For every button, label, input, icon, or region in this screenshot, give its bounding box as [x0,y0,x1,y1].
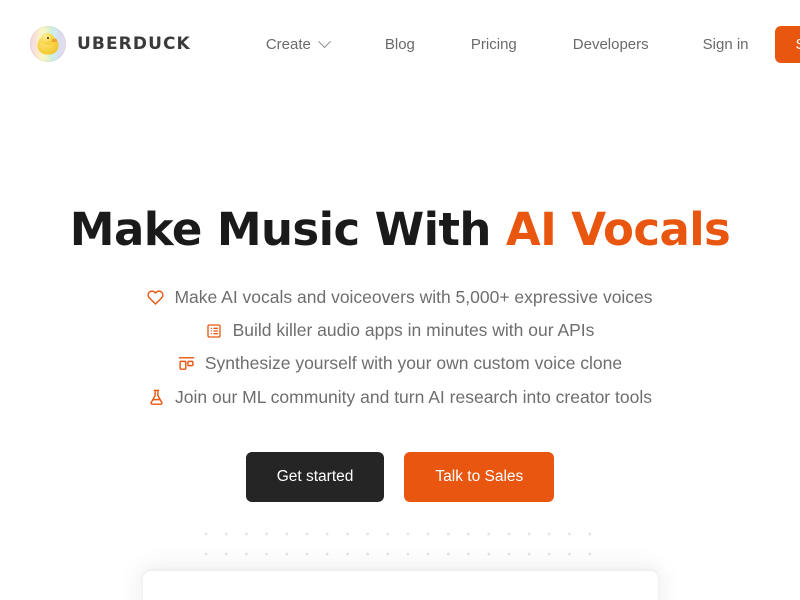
list-document-icon [206,322,223,339]
site-header: UBERDUCK Create Blog Pricing Developers … [0,0,800,88]
feature-list: Make AI vocals and voiceovers with 5,000… [0,285,800,411]
flask-icon [148,389,165,406]
nav-item-blog[interactable]: Blog [357,36,443,53]
nav-item-blog-label: Blog [384,35,415,53]
nav-item-pricing[interactable]: Pricing [443,36,545,53]
page-title-accent: AI Vocals [505,203,731,256]
feature-item-apis: Build killer audio apps in minutes with … [206,318,595,343]
layout-dashboard-icon [178,355,195,372]
nav-item-pricing-label: Pricing [470,35,517,53]
nav-item-create[interactable]: Create [238,34,357,53]
talk-to-sales-button[interactable]: Talk to Sales [404,452,555,502]
landing-page: UBERDUCK Create Blog Pricing Developers … [0,0,800,600]
get-started-button[interactable]: Get started [245,452,385,502]
cta-button-group: Get started Talk to Sales [0,452,800,502]
duck-logo-icon [30,26,66,62]
duck-beak-shape [52,39,57,42]
feature-item-voices: Make AI vocals and voiceovers with 5,000… [147,285,653,310]
heart-icon [147,289,165,306]
feature-item-community: Join our ML community and turn AI resear… [148,385,652,410]
sign-up-button[interactable]: Sign up [774,25,800,63]
sign-in-link[interactable]: Sign in [677,36,775,53]
chevron-down-icon [318,34,331,48]
product-preview-card [143,571,658,600]
main-navigation: Create Blog Pricing Developers [238,34,677,53]
page-title-main: Make Music With [69,203,506,256]
feature-item-apis-label: Build killer audio apps in minutes with … [232,319,595,340]
page-title: Make Music With AI Vocals [0,205,800,255]
nav-item-create-label: Create [265,35,311,53]
hero-section: Make Music With AI Vocals Make AI vocals… [0,88,800,502]
brand-name: UBERDUCK [77,34,191,54]
nav-item-developers-label: Developers [572,35,649,53]
nav-item-developers[interactable]: Developers [545,36,677,53]
feature-item-community-label: Join our ML community and turn AI resear… [175,386,652,407]
duck-eye-shape [47,37,49,39]
header-actions: Sign in Sign up [677,25,800,63]
feature-item-voices-label: Make AI vocals and voiceovers with 5,000… [174,286,653,307]
feature-item-voice-clone-label: Synthesize yourself with your own custom… [204,353,623,374]
feature-item-voice-clone: Synthesize yourself with your own custom… [178,351,622,376]
brand-logo-link[interactable]: UBERDUCK [30,26,191,62]
